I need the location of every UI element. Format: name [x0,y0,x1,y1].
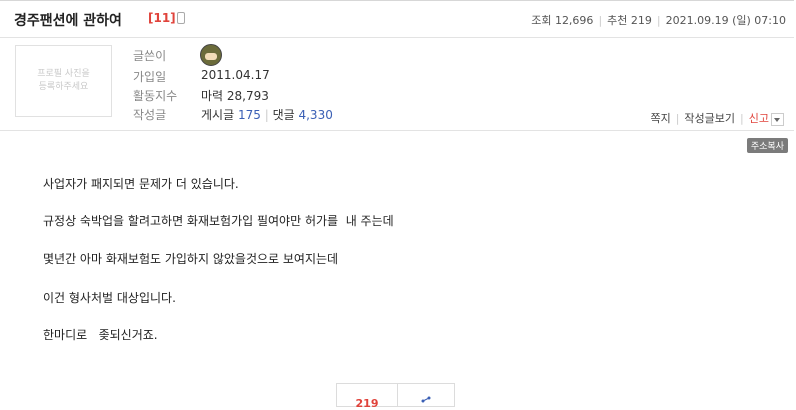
writings-value: 게시글 175 | 댓글 4,330 [201,108,333,122]
content-divider [0,130,794,131]
activity-value: 마력 28,793 [201,89,269,103]
joined-value: 2011.04.17 [201,68,270,82]
writings-label: 작성글 [133,108,167,122]
avatar-icon[interactable] [200,44,222,66]
comments-label: 댓글 [272,108,295,122]
activity-label: 활동지수 [133,89,178,103]
profile-placeholder-text: 프로필 사진을 등록하주세요 [37,69,90,92]
post-title: 경주팬션에 관하여 [14,13,122,29]
body-line: 한마디로 좆되신거죠. [43,328,158,342]
post-date: 2021.09.19 (일) 07:10 [665,14,786,27]
body-line: 몇년간 아마 화재보험도 가입하지 않았을것으로 보여지는데 [43,252,339,266]
message-button[interactable]: 쪽지 [650,112,670,125]
post-meta: 조회 12,696 | 추천 219 | 2021.09.19 (일) 07:10 [531,14,786,27]
view-posts-button[interactable]: 작성글보기 [684,112,735,125]
mobile-icon [177,12,185,24]
view-count: 조회 12,696 [531,14,594,27]
post-actions: 쪽지 | 작성글보기 | 신고 [650,110,784,126]
share-button[interactable] [397,383,455,407]
comments-count[interactable]: 4,330 [298,108,332,122]
profile-photo-placeholder: 프로필 사진을 등록하주세요 [15,45,112,117]
body-line: 사업자가 패지되면 문제가 더 있습니다. [43,177,239,191]
share-icon [421,396,431,403]
comment-count[interactable]: [11] [148,11,176,25]
joined-label: 가입일 [133,70,167,84]
recommend-vote-count: 219 [355,397,379,410]
copy-url-button[interactable]: 주소복사 [746,138,788,153]
author-label: 글쓴이 [133,49,167,63]
body-line: 규정상 숙박업을 할려고하면 화재보험가입 필여야만 허가를 내 주는데 [43,214,394,228]
report-button[interactable]: 신고 [749,112,769,125]
body-line: 이건 형사처벌 대상입니다. [43,291,176,305]
posts-count[interactable]: 175 [238,108,261,122]
recommend-count: 추천 219 [607,14,652,27]
recommend-button[interactable]: 219 [336,383,398,410]
posts-label: 게시글 [201,108,235,122]
post-header: 경주팬션에 관하여 [11] 조회 12,696 | 추천 219 | 2021.09.… [0,0,794,38]
chevron-down-icon[interactable] [771,112,784,126]
